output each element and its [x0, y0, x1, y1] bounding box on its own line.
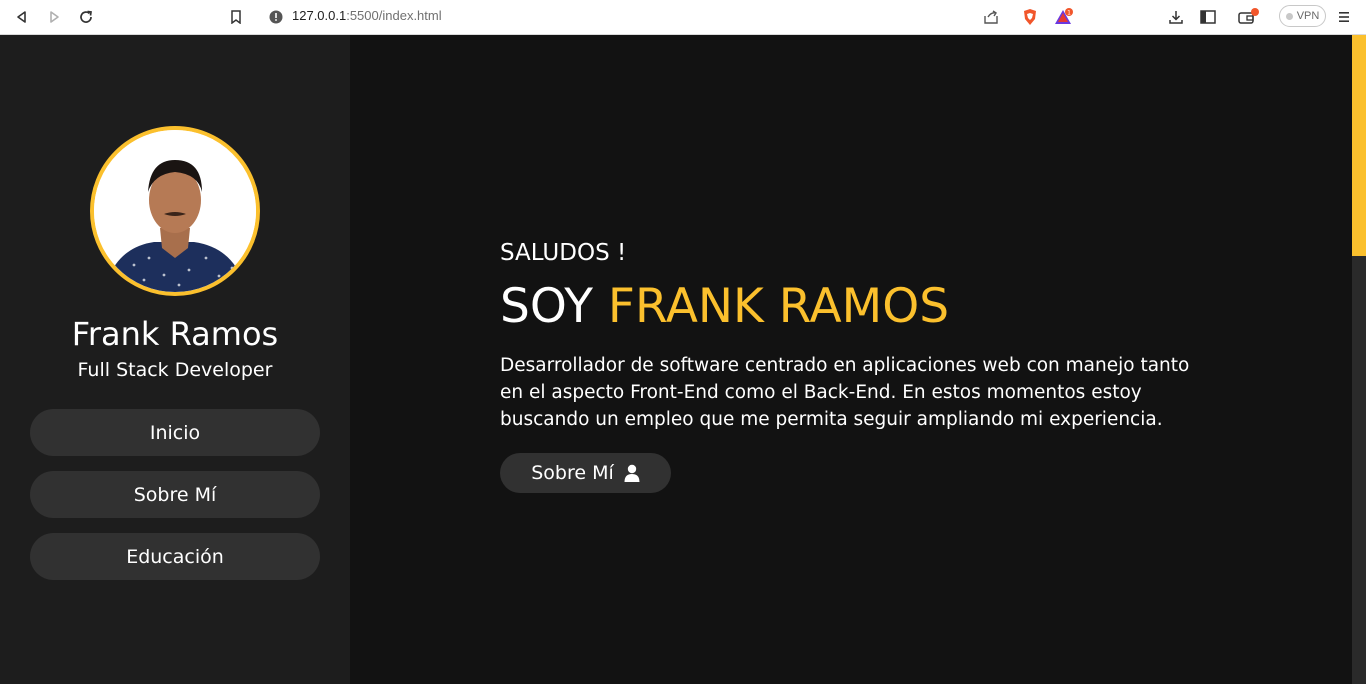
profile-name: Frank Ramos	[71, 315, 279, 353]
headline-prefix: SOY	[500, 279, 593, 334]
vpn-status-dot	[1285, 12, 1293, 20]
profile-role: Full Stack Developer	[77, 359, 273, 381]
hero-headline: SOY FRANK RAMOS	[500, 279, 949, 334]
user-icon	[624, 464, 640, 482]
rewards-badge: 1	[1067, 10, 1071, 17]
headline-name: FRANK RAMOS	[607, 279, 950, 334]
vpn-label: VPN	[1296, 10, 1320, 22]
url-text[interactable]: 127.0.0.1:5500/index.html	[292, 8, 442, 23]
back-icon[interactable]	[11, 6, 33, 28]
share-icon[interactable]	[980, 6, 1002, 28]
reload-icon[interactable]	[75, 6, 97, 28]
site-info-icon[interactable]	[265, 6, 287, 28]
browser-toolbar: 127.0.0.1:5500/index.html 1 VPN	[0, 0, 1366, 35]
forward-icon[interactable]	[43, 6, 65, 28]
bookmark-icon[interactable]	[225, 6, 247, 28]
hero-section: SALUDOS ! SOY FRANK RAMOS Desarrollador …	[350, 35, 1352, 684]
sobre-mi-button-label: Sobre Mí	[531, 462, 614, 484]
sobre-mi-button[interactable]: Sobre Mí	[500, 453, 671, 493]
nav-sobre-mi-button[interactable]: Sobre Mí	[30, 471, 320, 518]
hero-bio: Desarrollador de software centrado en ap…	[500, 355, 1190, 430]
url-path: :5500/index.html	[346, 8, 442, 23]
brave-shield-icon[interactable]	[1019, 6, 1041, 28]
menu-icon[interactable]	[1333, 6, 1355, 28]
wallet-icon[interactable]	[1237, 6, 1259, 28]
brave-rewards-icon[interactable]: 1	[1053, 6, 1075, 28]
hero-greeting: SALUDOS !	[500, 240, 627, 266]
download-icon[interactable]	[1165, 6, 1187, 28]
vpn-button[interactable]: VPN	[1279, 5, 1326, 27]
nav-educacion-button[interactable]: Educación	[30, 533, 320, 580]
url-host: 127.0.0.1	[292, 8, 347, 23]
sidebar-toggle-icon[interactable]	[1197, 6, 1219, 28]
profile-avatar	[90, 126, 260, 296]
nav-inicio-button[interactable]: Inicio	[30, 409, 320, 456]
profile-sidebar: Frank Ramos Full Stack Developer Inicio …	[0, 35, 350, 684]
scrollbar-thumb[interactable]	[1352, 35, 1366, 256]
profile-photo-icon	[94, 130, 256, 292]
